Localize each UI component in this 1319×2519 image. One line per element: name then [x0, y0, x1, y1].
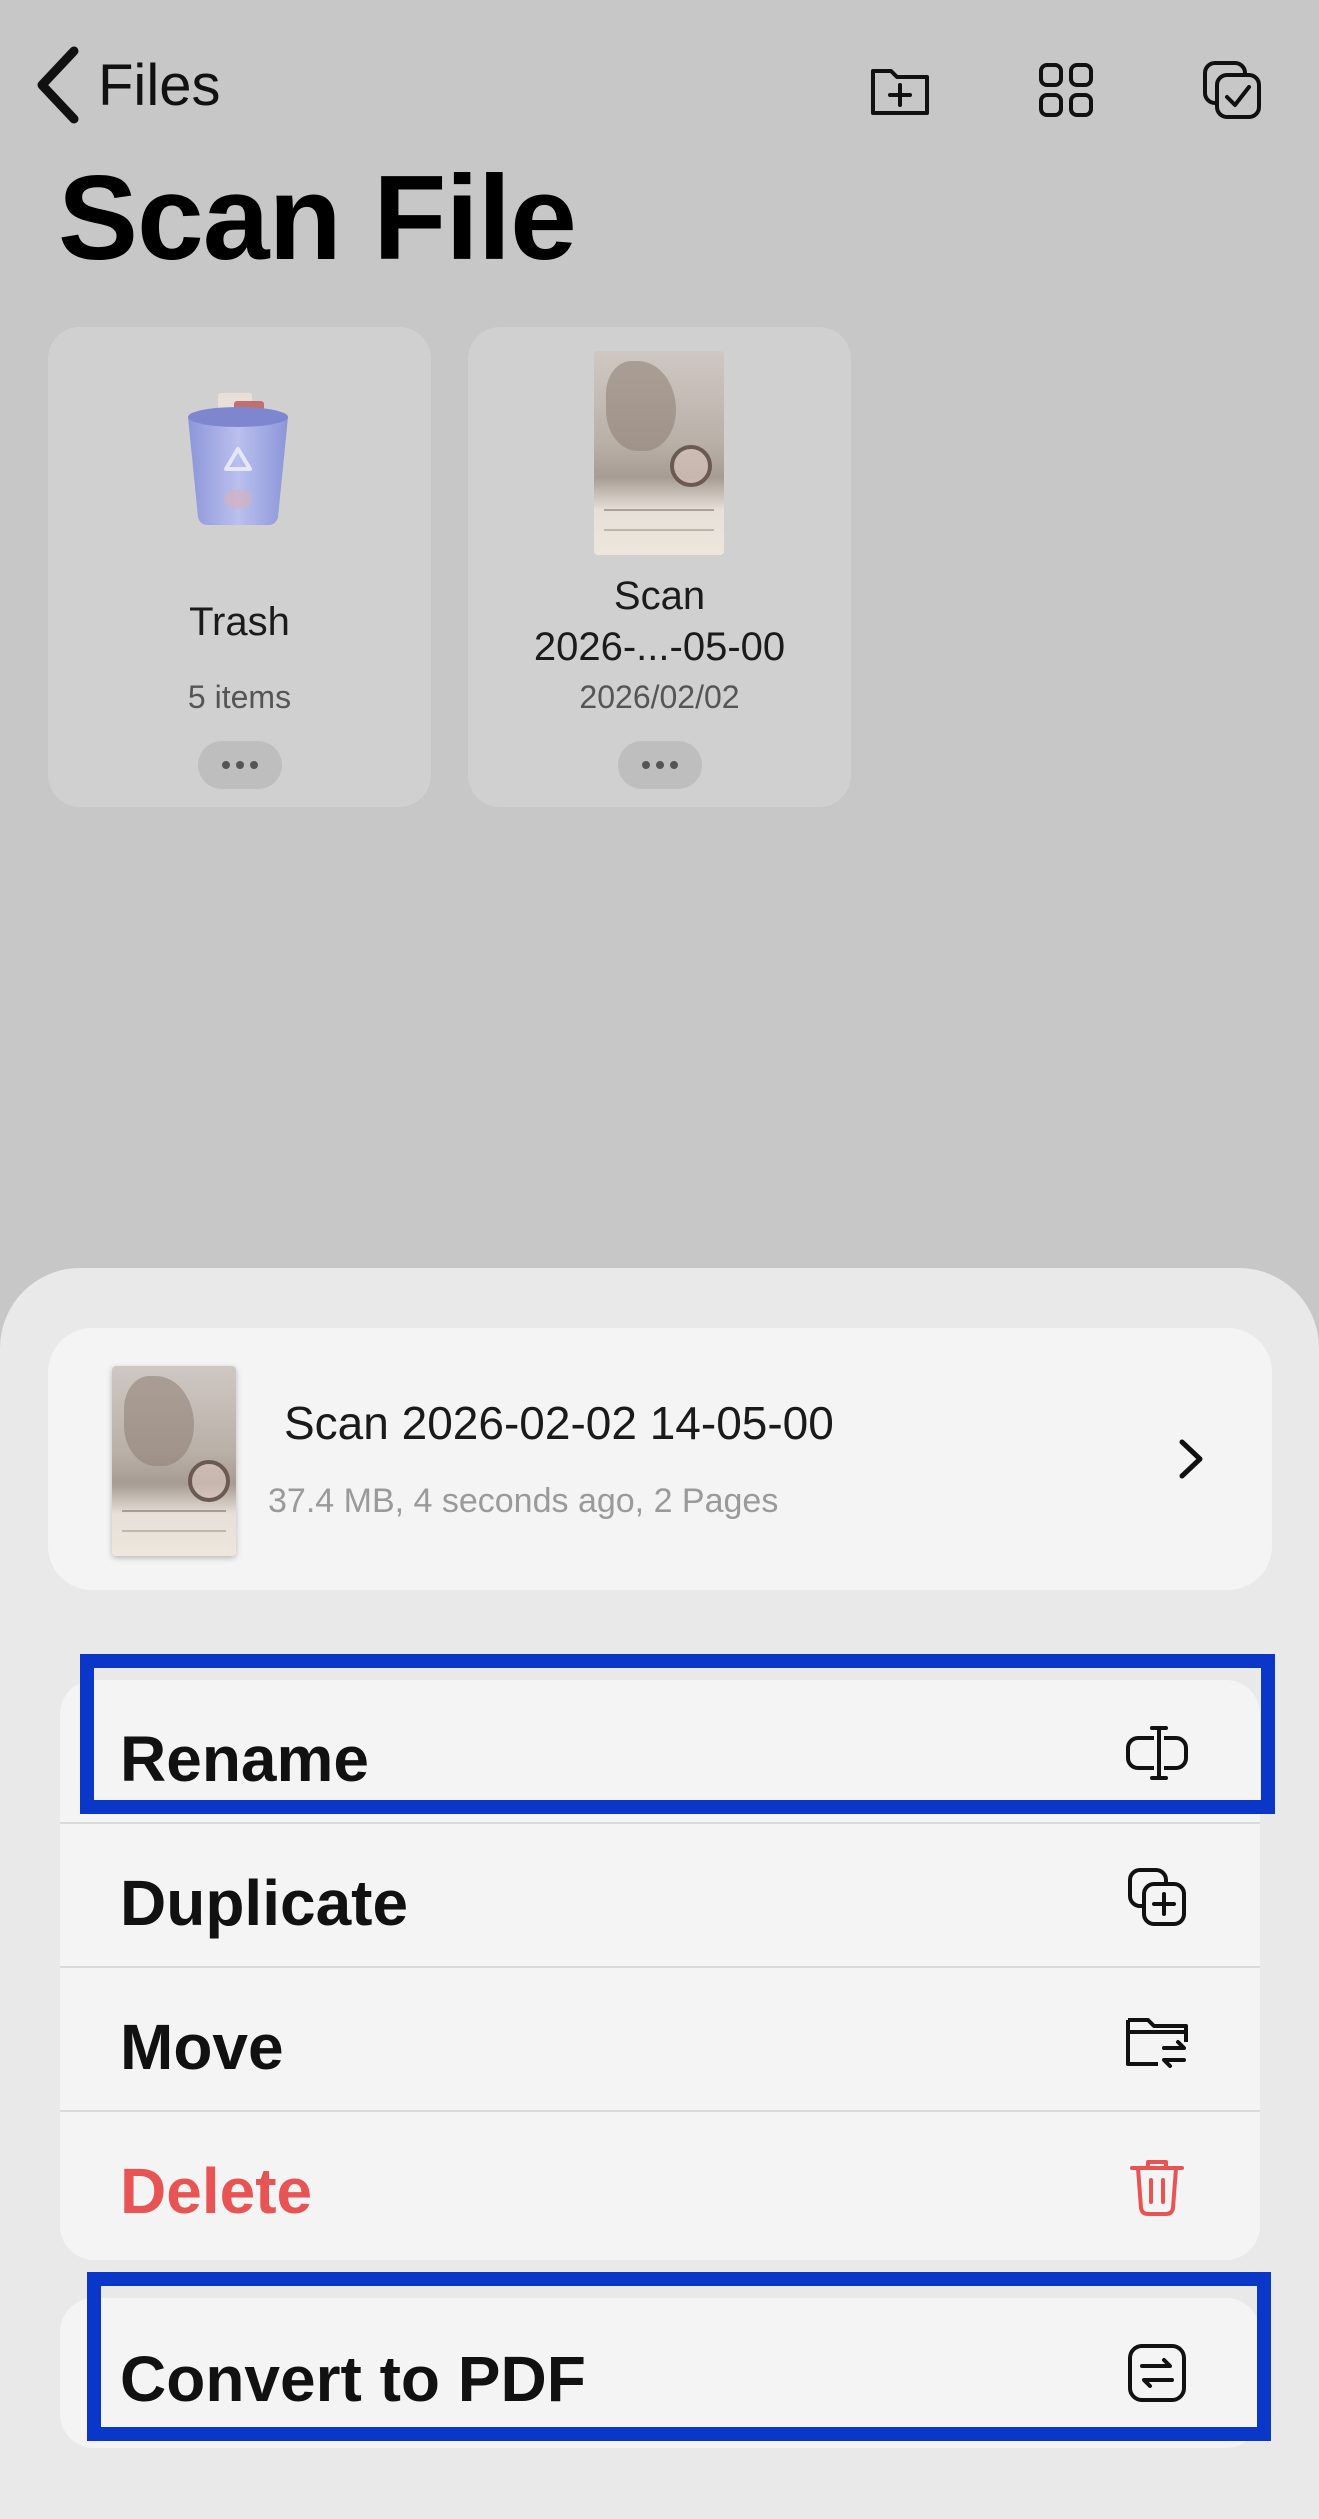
file-actions-menu: Rename Duplicate Move Delete — [60, 1680, 1260, 2260]
add-folder-icon — [871, 69, 929, 115]
grid-view-button[interactable] — [1028, 52, 1104, 128]
thumbnail-art-lens — [670, 445, 712, 487]
back-button[interactable]: Files — [30, 40, 220, 130]
grid-view-icon — [1039, 63, 1093, 117]
more-dot — [236, 761, 244, 769]
duplicate-menu-item[interactable]: Duplicate — [60, 1824, 1260, 1968]
page-title: Scan File — [58, 151, 577, 285]
chevron-left-icon — [37, 46, 79, 124]
back-label: Files — [98, 52, 221, 118]
add-folder-button[interactable] — [862, 52, 938, 128]
file-title: Scan 2026-02-02 14-05-00 — [284, 1397, 834, 1449]
delete-icon — [1124, 2152, 1190, 2218]
thumbnail-art — [606, 361, 676, 451]
rename-icon — [1124, 1720, 1190, 1786]
move-label: Move — [120, 2011, 284, 2083]
convert-to-pdf-menu-item[interactable]: Convert to PDF — [60, 2300, 1260, 2444]
trash-icon — [188, 393, 288, 525]
more-dots-icon — [222, 761, 230, 769]
convert-to-pdf-label: Convert to PDF — [120, 2343, 586, 2415]
convert-icon — [1124, 2340, 1190, 2406]
convert-actions-menu: Convert to PDF — [60, 2298, 1260, 2448]
more-options-button[interactable] — [198, 741, 282, 789]
move-menu-item[interactable]: Move — [60, 1968, 1260, 2112]
file-card-scan[interactable]: Scan 2026-...-05-00 2026/02/02 — [468, 327, 851, 807]
file-name-line-1: Scan — [613, 574, 706, 618]
document-thumbnail — [594, 351, 724, 555]
file-name: Scan 2026-...-05-00 — [468, 571, 851, 673]
more-options-button[interactable] — [618, 741, 702, 789]
delete-label: Delete — [120, 2155, 313, 2227]
rename-label: Rename — [120, 1723, 369, 1795]
file-meta: 37.4 MB, 4 seconds ago, 2 Pages — [268, 1482, 779, 1520]
more-dot — [670, 761, 678, 769]
folder-item-count: 5 items — [187, 679, 292, 715]
thumbnail-text-lines — [122, 1510, 226, 1532]
duplicate-label: Duplicate — [120, 1867, 409, 1939]
thumbnail-text-lines — [604, 509, 714, 531]
select-button[interactable] — [1194, 52, 1270, 128]
delete-menu-item[interactable]: Delete — [60, 2112, 1260, 2256]
rename-menu-item[interactable]: Rename — [60, 1680, 1260, 1824]
thumbnail-art-lens — [188, 1460, 230, 1502]
folder-name: Trash — [189, 600, 290, 644]
more-dots-icon — [642, 761, 650, 769]
chevron-right-icon — [1179, 1439, 1203, 1479]
top-navigation: Files — [0, 0, 1319, 170]
file-name-line-2: 2026-...-05-00 — [533, 625, 786, 669]
more-dot — [656, 761, 664, 769]
file-info-header[interactable]: Scan 2026-02-02 14-05-00 37.4 MB, 4 seco… — [48, 1328, 1272, 1590]
more-dot — [250, 761, 258, 769]
document-thumbnail — [112, 1366, 236, 1556]
duplicate-icon — [1124, 1864, 1190, 1930]
select-icon — [1203, 61, 1261, 119]
folder-card-trash[interactable]: Trash 5 items — [48, 327, 431, 807]
file-date: 2026/02/02 — [579, 679, 740, 715]
thumbnail-art — [124, 1376, 194, 1466]
action-sheet: Scan 2026-02-02 14-05-00 37.4 MB, 4 seco… — [0, 1268, 1319, 2519]
move-folder-icon — [1124, 2008, 1190, 2074]
